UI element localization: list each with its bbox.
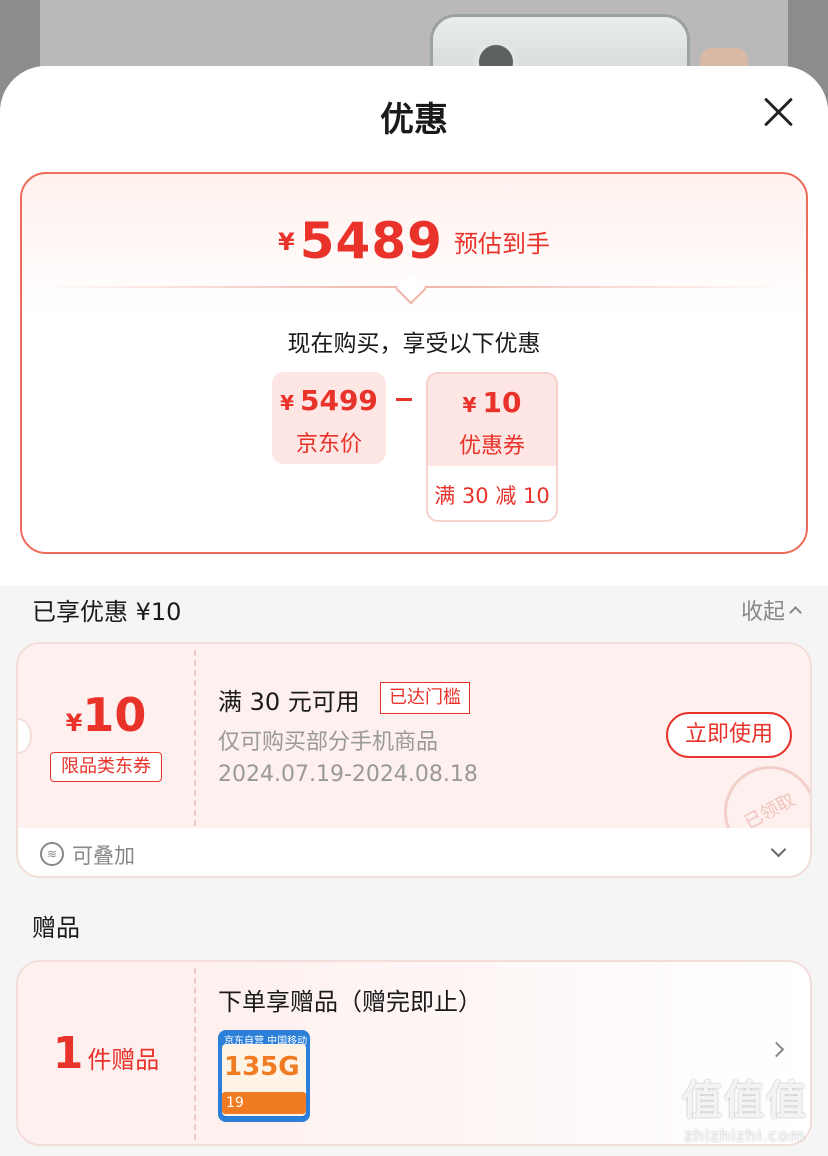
watermark: 值值值 zhizhizhi.com	[670, 1068, 820, 1145]
sheet-header: 优惠	[0, 66, 828, 166]
price-summary-card: ¥ 5489 预估到手 现在购买，享受以下优惠 ¥5499 京东价 ¥10 优惠…	[20, 172, 808, 554]
coupon-chip: ¥10 优惠券 满 30 减 10	[426, 372, 558, 522]
gift-count-value: 1	[52, 1028, 84, 1079]
final-price: ¥ 5489 预估到手	[22, 212, 806, 270]
collapse-button[interactable]: 收起	[740, 594, 802, 626]
coupon-amount: ¥10	[18, 688, 194, 742]
chevron-down-icon	[770, 841, 787, 858]
currency-symbol: ¥	[277, 228, 295, 256]
coupon-chip-rule: 满 30 减 10	[434, 484, 550, 508]
final-price-tag: 预估到手	[454, 230, 551, 258]
minus-sign	[396, 398, 412, 401]
thumb-brand-text: 京东自营 中国移动	[224, 1036, 308, 1047]
coupon-title: 满 30 元可用	[218, 688, 360, 716]
collapse-label: 收起	[740, 600, 785, 625]
gift-title: 下单享赠品（赠完即止）	[218, 988, 482, 1016]
threshold-reached-badge: 已达门槛	[380, 682, 470, 714]
currency-symbol: ¥	[65, 709, 83, 737]
close-icon[interactable]	[762, 96, 794, 128]
coupon-card: ¥10 限品类东券 满 30 元可用 已达门槛 仅可购买部分手机商品 2024.…	[16, 642, 812, 878]
use-now-button[interactable]: 立即使用	[666, 712, 792, 758]
divider-notch	[395, 273, 427, 305]
thumb-data-amount: 135G	[224, 1052, 300, 1082]
coupon-separator	[194, 650, 196, 826]
jd-price-value: 5499	[299, 384, 378, 417]
jd-price-label: 京东价	[295, 432, 362, 457]
sheet-title: 优惠	[380, 100, 448, 140]
coupon-scope-badge: 限品类东券	[50, 752, 162, 782]
summary-subline: 现在购买，享受以下优惠	[287, 331, 541, 357]
final-price-value: 5489	[299, 212, 443, 270]
gifts-section-title: 赠品	[32, 914, 80, 942]
enjoyed-discount-title: 已享优惠 ¥10	[32, 598, 182, 626]
currency-symbol: ¥	[462, 393, 477, 417]
gift-separator	[194, 968, 196, 1140]
coupon-description: 仅可购买部分手机商品	[218, 730, 439, 755]
stackable-label: 可叠加	[72, 844, 135, 868]
coupon-body: ¥10 限品类东券 满 30 元可用 已达门槛 仅可购买部分手机商品 2024.…	[18, 644, 810, 875]
discount-sheet: 优惠 ¥ 5489 预估到手 现在购买，享受以下优惠 ¥5499 京东价 ¥10…	[0, 66, 828, 1156]
chevron-up-icon	[789, 606, 802, 619]
coupon-amount-value: 10	[82, 688, 147, 742]
stackable-row[interactable]: ≋ 可叠加	[18, 828, 810, 876]
gift-count: 1 件赠品	[18, 1028, 194, 1079]
gift-count-label: 件赠品	[87, 1046, 160, 1074]
coupon-chip-label: 优惠券	[458, 434, 525, 459]
watermark-logo: 值值值	[682, 1078, 808, 1124]
currency-symbol: ¥	[280, 391, 294, 415]
stack-icon: ≋	[40, 842, 64, 866]
coupon-date-range: 2024.07.19-2024.08.18	[218, 762, 478, 787]
watermark-site: zhizhizhi.com	[684, 1126, 806, 1145]
thumb-price-bar: 19	[222, 1092, 306, 1114]
coupon-chip-value: 10	[482, 386, 522, 419]
gift-thumbnail[interactable]: 京东自营 中国移动 135G 19	[218, 1030, 310, 1122]
jd-price-chip: ¥5499 京东价	[272, 372, 386, 464]
